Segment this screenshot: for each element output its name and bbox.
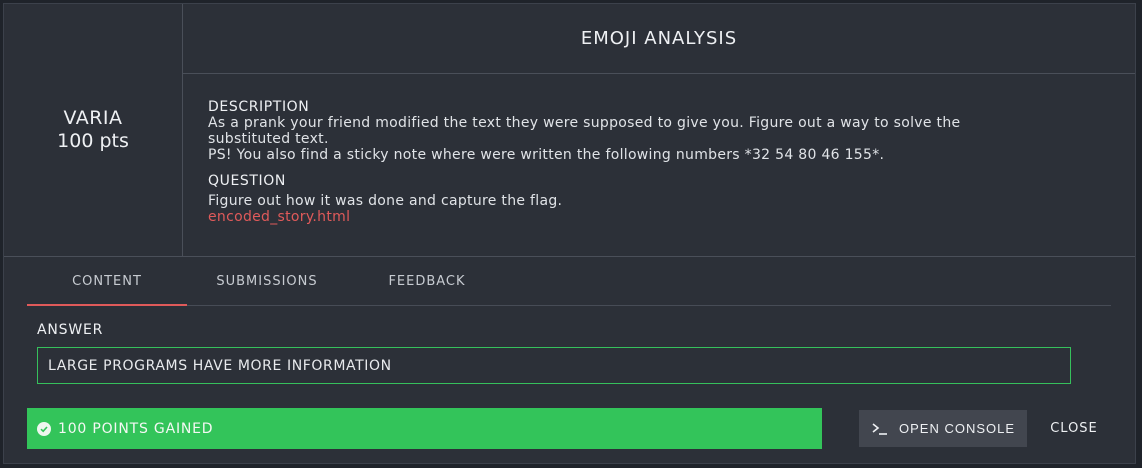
description-heading: DESCRIPTION xyxy=(208,99,310,115)
close-label: CLOSE xyxy=(1050,421,1098,436)
challenge-file-link[interactable]: encoded_story.html xyxy=(208,209,1108,225)
open-console-button[interactable]: OPEN CONSOLE xyxy=(859,410,1027,447)
challenge-details: DESCRIPTION As a prank your friend modif… xyxy=(208,99,1108,225)
status-text: 100 POINTS GAINED xyxy=(58,420,214,437)
tab-feedback[interactable]: FEEDBACK xyxy=(347,267,507,305)
section-divider xyxy=(4,256,1135,257)
question-text: Figure out how it was done and capture t… xyxy=(208,193,563,209)
question-heading: QUESTION xyxy=(208,173,286,189)
challenge-points: 100 pts xyxy=(57,130,129,152)
open-console-label: OPEN CONSOLE xyxy=(898,421,1016,436)
description-line-1: As a prank your friend modified the text… xyxy=(208,115,961,131)
challenge-modal: VARIA 100 pts EMOJI ANALYSIS DESCRIPTION… xyxy=(3,3,1136,464)
terminal-icon xyxy=(871,422,889,436)
challenge-title: EMOJI ANALYSIS xyxy=(580,28,738,49)
check-circle-icon xyxy=(37,421,51,436)
description-line-2: substituted text. xyxy=(208,131,329,147)
status-banner: 100 POINTS GAINED xyxy=(27,408,822,449)
close-button[interactable]: CLOSE xyxy=(1034,410,1114,447)
tab-content[interactable]: CONTENT xyxy=(27,267,187,306)
challenge-category: VARIA xyxy=(63,107,123,129)
challenge-title-bar: EMOJI ANALYSIS xyxy=(183,4,1135,74)
challenge-tabs: CONTENT SUBMISSIONS FEEDBACK xyxy=(27,267,1111,306)
answer-label: ANSWER xyxy=(37,322,104,338)
description-line-3: PS! You also find a sticky note where we… xyxy=(208,147,885,163)
answer-input[interactable] xyxy=(37,347,1071,384)
challenge-summary-panel: VARIA 100 pts xyxy=(4,4,183,256)
tab-submissions[interactable]: SUBMISSIONS xyxy=(187,267,347,305)
